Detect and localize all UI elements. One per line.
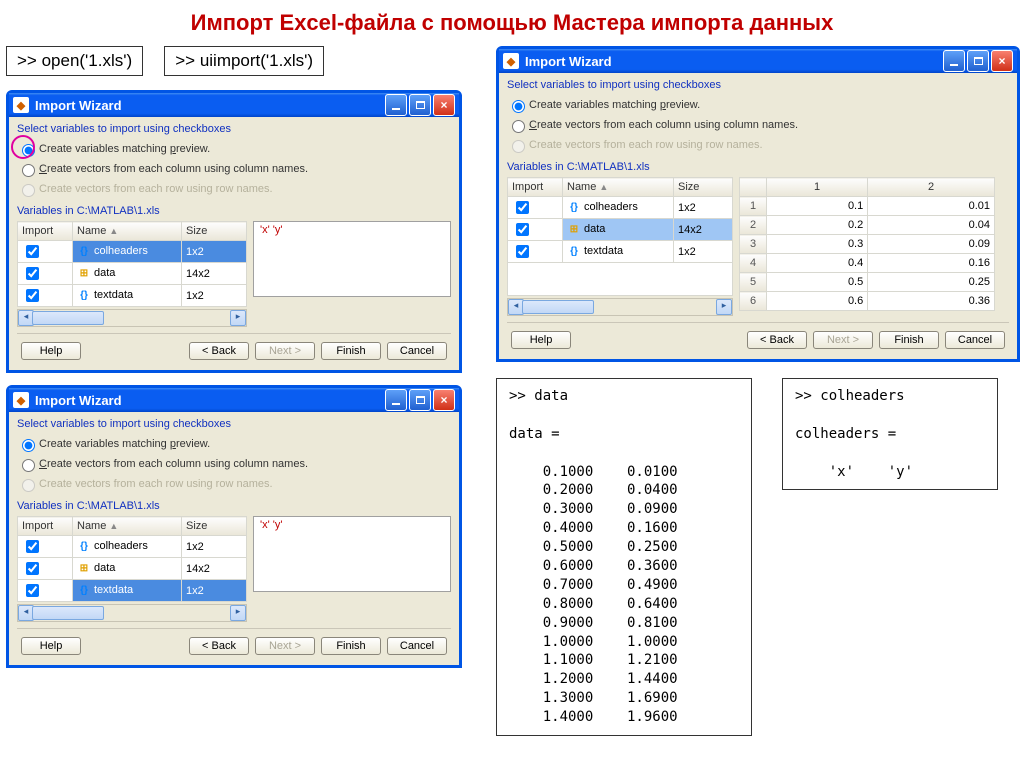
path-link[interactable]: C:\MATLAB\1.xls	[567, 161, 650, 173]
close-button[interactable]: ×	[433, 389, 455, 411]
data-row[interactable]: 40.40.16	[740, 254, 995, 273]
horizontal-scrollbar[interactable]: ◂ ▸	[17, 309, 247, 327]
data-preview-grid[interactable]: 1210.10.0120.20.0430.30.0940.40.1650.50.…	[739, 177, 995, 311]
finish-button[interactable]: Finish	[321, 342, 381, 360]
col-import[interactable]: Import	[18, 222, 73, 241]
radio-matching-preview[interactable]	[22, 439, 35, 452]
col-name[interactable]: Name ▲	[73, 222, 182, 241]
import-wizard-window-3: ◆ Import Wizard × Select variables to im…	[6, 385, 462, 668]
cmd-uiimport: >> uiimport('1.xls')	[164, 46, 324, 76]
path-link[interactable]: C:\MATLAB\1.xls	[77, 205, 160, 217]
cell-icon: {}	[567, 202, 581, 214]
cell-icon: {}	[77, 290, 91, 302]
variables-table[interactable]: Import Name ▲ Size {}colheaders 1x2	[17, 221, 247, 307]
cell-icon: {}	[77, 246, 91, 258]
cancel-button[interactable]: Cancel	[387, 342, 447, 360]
instruction-text: Select variables to import using checkbo…	[17, 123, 451, 135]
radio-column-vectors[interactable]	[512, 120, 525, 133]
horizontal-scrollbar[interactable]: ◂ ▸	[17, 604, 247, 622]
radio-row-vectors	[512, 140, 525, 153]
page-title: Импорт Excel-файла с помощью Мастера имп…	[6, 10, 1018, 36]
back-button[interactable]: < Back	[189, 637, 249, 655]
titlebar[interactable]: ◆ Import Wizard ×	[9, 93, 459, 117]
radio-row-vectors	[22, 184, 35, 197]
radio-row-vectors	[22, 479, 35, 492]
table-row[interactable]: ⊞data 14x2	[18, 558, 247, 580]
table-row	[508, 263, 733, 296]
table-row[interactable]: {}textdata 1x2	[508, 241, 733, 263]
minimize-button[interactable]	[385, 389, 407, 411]
window-title: Import Wizard	[35, 98, 122, 113]
close-button[interactable]: ×	[991, 50, 1013, 72]
matlab-icon: ◆	[13, 392, 29, 408]
data-row[interactable]: 50.50.25	[740, 273, 995, 292]
variables-table[interactable]: Import Name ▲ Size {}colheaders 1x2	[17, 516, 247, 602]
close-button[interactable]: ×	[433, 94, 455, 116]
import-check[interactable]	[26, 289, 39, 302]
radio-column-vectors[interactable]	[22, 459, 35, 472]
instruction-text: Select variables to import using checkbo…	[17, 418, 451, 430]
table-row[interactable]: ⊞data 14x2	[18, 263, 247, 285]
cancel-button[interactable]: Cancel	[945, 331, 1005, 349]
numeric-icon: ⊞	[77, 268, 91, 280]
minimize-button[interactable]	[943, 50, 965, 72]
next-button: Next >	[255, 342, 315, 360]
titlebar[interactable]: ◆ Import Wizard ×	[499, 49, 1017, 73]
data-row[interactable]: 60.60.36	[740, 292, 995, 311]
output-data: >> data data = 0.1000 0.0100 0.2000 0.04…	[496, 378, 752, 736]
cmd-open: >> open('1.xls')	[6, 46, 143, 76]
import-check[interactable]	[26, 267, 39, 280]
data-row[interactable]: 20.20.04	[740, 216, 995, 235]
cancel-button[interactable]: Cancel	[387, 637, 447, 655]
numeric-icon: ⊞	[567, 224, 581, 236]
window-title: Import Wizard	[525, 54, 612, 69]
window-title: Import Wizard	[35, 393, 122, 408]
table-row[interactable]: {}colheaders 1x2	[508, 197, 733, 219]
table-row[interactable]: {}textdata 1x2	[18, 580, 247, 602]
back-button[interactable]: < Back	[189, 342, 249, 360]
radio-matching-preview[interactable]	[512, 100, 525, 113]
finish-button[interactable]: Finish	[321, 637, 381, 655]
instruction-text: Select variables to import using checkbo…	[507, 79, 1009, 91]
cell-icon: {}	[567, 246, 581, 258]
preview-pane: 'x' 'y'	[253, 221, 451, 297]
numeric-icon: ⊞	[77, 563, 91, 575]
import-wizard-window-1: ◆ Import Wizard × Select variables to im…	[6, 90, 462, 373]
cell-icon: {}	[77, 585, 91, 597]
help-button[interactable]: Help	[511, 331, 571, 349]
next-button: Next >	[813, 331, 873, 349]
output-colheaders: >> colheaders colheaders = 'x' 'y'	[782, 378, 998, 490]
matlab-icon: ◆	[503, 53, 519, 69]
finish-button[interactable]: Finish	[879, 331, 939, 349]
maximize-button[interactable]	[967, 50, 989, 72]
table-row[interactable]: ⊞data 14x2	[508, 219, 733, 241]
data-row[interactable]: 30.30.09	[740, 235, 995, 254]
path-link[interactable]: C:\MATLAB\1.xls	[77, 500, 160, 512]
data-row[interactable]: 10.10.01	[740, 197, 995, 216]
preview-pane: 'x' 'y'	[253, 516, 451, 592]
table-row[interactable]: {}colheaders 1x2	[18, 536, 247, 558]
maximize-button[interactable]	[409, 389, 431, 411]
help-button[interactable]: Help	[21, 637, 81, 655]
matlab-icon: ◆	[13, 97, 29, 113]
variables-table[interactable]: Import Name ▲ Size {}colheaders 1x2	[507, 177, 733, 296]
table-row[interactable]: {}textdata 1x2	[18, 285, 247, 307]
radio-column-vectors[interactable]	[22, 164, 35, 177]
help-button[interactable]: Help	[21, 342, 81, 360]
import-wizard-window-2: ◆ Import Wizard × Select variables to im…	[496, 46, 1020, 362]
next-button: Next >	[255, 637, 315, 655]
variables-path: Variables in C:\MATLAB\1.xls	[17, 205, 451, 217]
col-size[interactable]: Size	[182, 222, 247, 241]
back-button[interactable]: < Back	[747, 331, 807, 349]
cell-icon: {}	[77, 541, 91, 553]
horizontal-scrollbar[interactable]: ◂ ▸	[507, 298, 733, 316]
radio-matching-preview[interactable]	[22, 144, 35, 157]
import-check[interactable]	[26, 245, 39, 258]
titlebar[interactable]: ◆ Import Wizard ×	[9, 388, 459, 412]
maximize-button[interactable]	[409, 94, 431, 116]
minimize-button[interactable]	[385, 94, 407, 116]
table-row[interactable]: {}colheaders 1x2	[18, 241, 247, 263]
